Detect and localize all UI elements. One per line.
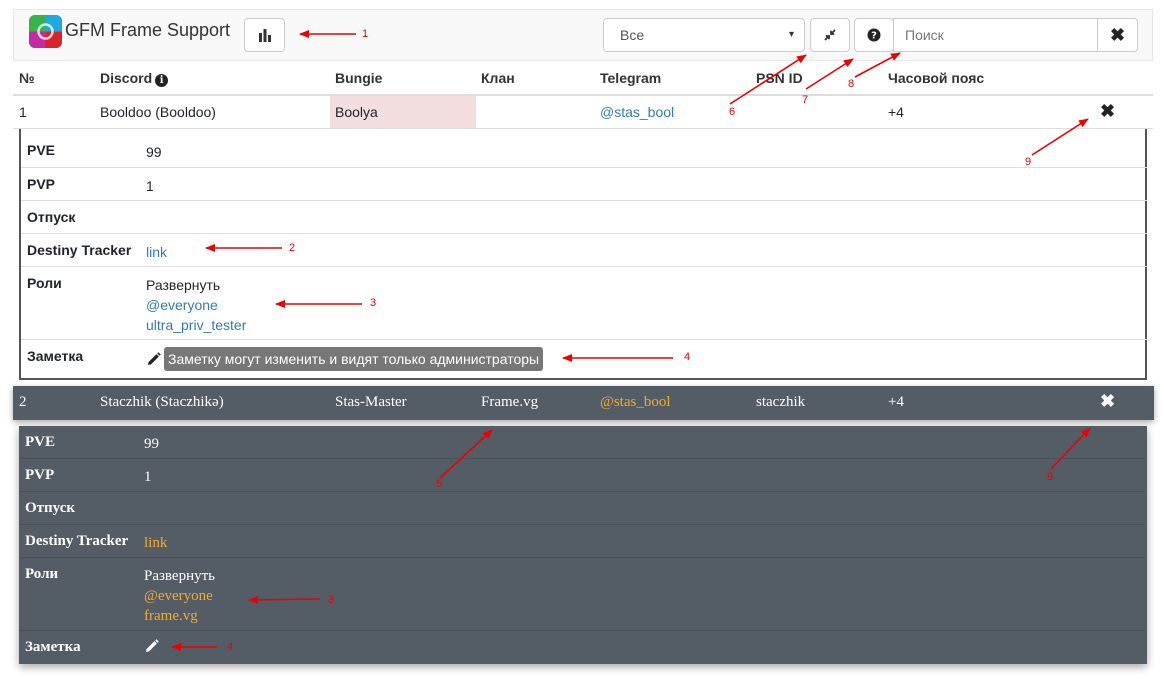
pve-label: PVE — [27, 142, 56, 158]
timezone: +4 — [888, 104, 904, 120]
annotation-label: 4 — [227, 641, 234, 653]
note-text[interactable]: Заметку могут изменить и видят только ад… — [164, 347, 544, 371]
chevron-down-icon: ▾ — [788, 29, 794, 40]
delete-row-button[interactable]: ✖ — [1100, 101, 1115, 122]
roles-list: Развернуть @everyone frame.vg — [144, 566, 215, 626]
annotation-label: 8 — [848, 78, 855, 90]
column-header-clan[interactable]: Клан — [481, 70, 515, 86]
annotation-label: 1 — [362, 28, 369, 40]
detail-row-roles: Роли Развернуть @everyone frame.vg — [19, 558, 1145, 631]
clear-search-button[interactable]: ✖ — [1097, 18, 1138, 52]
search-input[interactable] — [893, 18, 1098, 52]
role-item[interactable]: @everyone — [144, 586, 215, 606]
column-header-bungie[interactable]: Bungie — [335, 70, 382, 86]
roles-expand-link[interactable]: Развернуть — [144, 566, 215, 586]
table-header: № Discord i Bungie Клан Telegram PSN ID Ч… — [13, 61, 1153, 96]
note-value: Заметку могут изменить и видят только ад… — [146, 347, 544, 371]
column-header-psn[interactable]: PSN ID — [756, 70, 803, 86]
navbar: GFM Frame Support Все ▾ ? ✖ — [13, 9, 1153, 61]
detail-row-pvp: PVP 1 — [21, 168, 1147, 201]
detail-row-note: Заметка Заметку могут изменить и видят т… — [21, 340, 1147, 378]
pve-value: 99 — [144, 436, 159, 452]
annotation-label: 6 — [729, 106, 736, 118]
detail-row-pvp: PVP 1 — [19, 459, 1145, 492]
note-value — [144, 637, 162, 657]
detail-row-note: Заметка — [19, 631, 1145, 664]
row-number: 1 — [19, 104, 27, 120]
telegram-link[interactable]: @stas_bool — [600, 394, 670, 411]
filter-select[interactable]: Все ▾ — [603, 18, 805, 52]
annotation-label: 9 — [1047, 471, 1054, 483]
clan-name: Frame.vg — [481, 394, 539, 410]
app-logo — [29, 15, 62, 48]
vacation-label: Отпуск — [27, 209, 76, 225]
pencil-icon[interactable] — [146, 352, 161, 367]
annotation-label: 3 — [370, 297, 377, 309]
row-number: 2 — [19, 394, 27, 410]
column-header-discord[interactable]: Discord i — [100, 70, 169, 87]
detail-row-vacation: Отпуск — [21, 201, 1147, 234]
collapse-all-button[interactable] — [810, 18, 850, 52]
note-label: Заметка — [25, 639, 81, 655]
filter-select-value: Все — [620, 27, 645, 43]
column-header-number[interactable]: № — [19, 70, 35, 86]
annotation-label: 3 — [328, 594, 335, 606]
discord-name: Booldoo (Booldoo) — [100, 104, 216, 120]
statistics-button[interactable] — [244, 18, 285, 52]
delete-row-button[interactable]: ✖ — [1100, 391, 1115, 412]
detail-row-tracker: Destiny Tracker link — [19, 525, 1145, 558]
role-item[interactable]: @everyone — [146, 295, 246, 315]
discord-name: Staczhik (Staczhikə) — [100, 394, 224, 410]
pencil-icon[interactable] — [144, 639, 159, 654]
timezone: +4 — [888, 394, 904, 410]
column-header-timezone[interactable]: Часовой пояс — [888, 70, 984, 86]
pve-label: PVE — [25, 434, 55, 450]
table-row-selected[interactable]: 2 Staczhik (Staczhikə) Stas-Master Frame… — [13, 386, 1154, 420]
row-details: PVE 99 PVP 1 Отпуск Destiny Tracker link… — [19, 129, 1147, 380]
roles-list: Развернуть @everyone ultra_priv_tester — [146, 275, 246, 335]
detail-row-tracker: Destiny Tracker link — [21, 234, 1147, 267]
question-circle-icon: ? — [867, 28, 881, 42]
bungie-name: Stas-Master — [335, 394, 407, 410]
annotation-label: 5 — [436, 478, 443, 490]
roles-expand-link[interactable]: Развернуть — [146, 275, 246, 295]
column-header-telegram[interactable]: Telegram — [600, 70, 661, 86]
row-details-dark: PVE 99 PVP 1 Отпуск Destiny Tracker link… — [19, 426, 1147, 664]
pvp-label: PVP — [27, 176, 56, 192]
detail-row-pve: PVE 99 — [21, 134, 1147, 168]
bar-chart-icon — [258, 29, 271, 42]
role-item[interactable]: frame.vg — [144, 606, 215, 626]
tracker-label: Destiny Tracker — [27, 242, 132, 258]
bungie-name: Boolya — [335, 104, 378, 120]
telegram-link[interactable]: @stas_bool — [600, 104, 674, 120]
help-button[interactable]: ? — [854, 18, 894, 52]
note-label: Заметка — [27, 348, 84, 364]
pvp-value: 1 — [144, 469, 152, 485]
pve-value: 99 — [146, 144, 162, 160]
app-title: GFM Frame Support — [65, 20, 231, 40]
annotation-label: 7 — [802, 94, 809, 106]
detail-row-roles: Роли Развернуть @everyone ultra_priv_tes… — [21, 267, 1147, 340]
tracker-label: Destiny Tracker — [25, 533, 129, 549]
compress-icon — [824, 29, 836, 41]
table-row[interactable]: 1 Booldoo (Booldoo) Boolya @stas_bool +4… — [13, 96, 1153, 129]
role-item[interactable]: ultra_priv_tester — [146, 315, 246, 335]
psn-id: staczhik — [756, 394, 806, 410]
pvp-value: 1 — [146, 178, 154, 194]
vacation-label: Отпуск — [25, 500, 76, 516]
roles-label: Роли — [27, 275, 62, 291]
detail-row-vacation: Отпуск — [19, 492, 1145, 525]
column-header-discord-label: Discord — [100, 70, 153, 86]
svg-text:?: ? — [871, 31, 877, 42]
pvp-label: PVP — [25, 467, 55, 483]
roles-label: Роли — [25, 566, 59, 582]
destiny-tracker-link[interactable]: link — [144, 533, 167, 553]
annotation-label: 4 — [684, 351, 691, 363]
info-circle-icon[interactable]: i — [155, 74, 169, 87]
annotation-label: 9 — [1025, 156, 1032, 168]
destiny-tracker-link[interactable]: link — [146, 242, 167, 262]
detail-row-pve: PVE 99 — [19, 426, 1145, 459]
annotation-label: 2 — [289, 242, 296, 254]
close-icon: ✖ — [1109, 24, 1126, 45]
